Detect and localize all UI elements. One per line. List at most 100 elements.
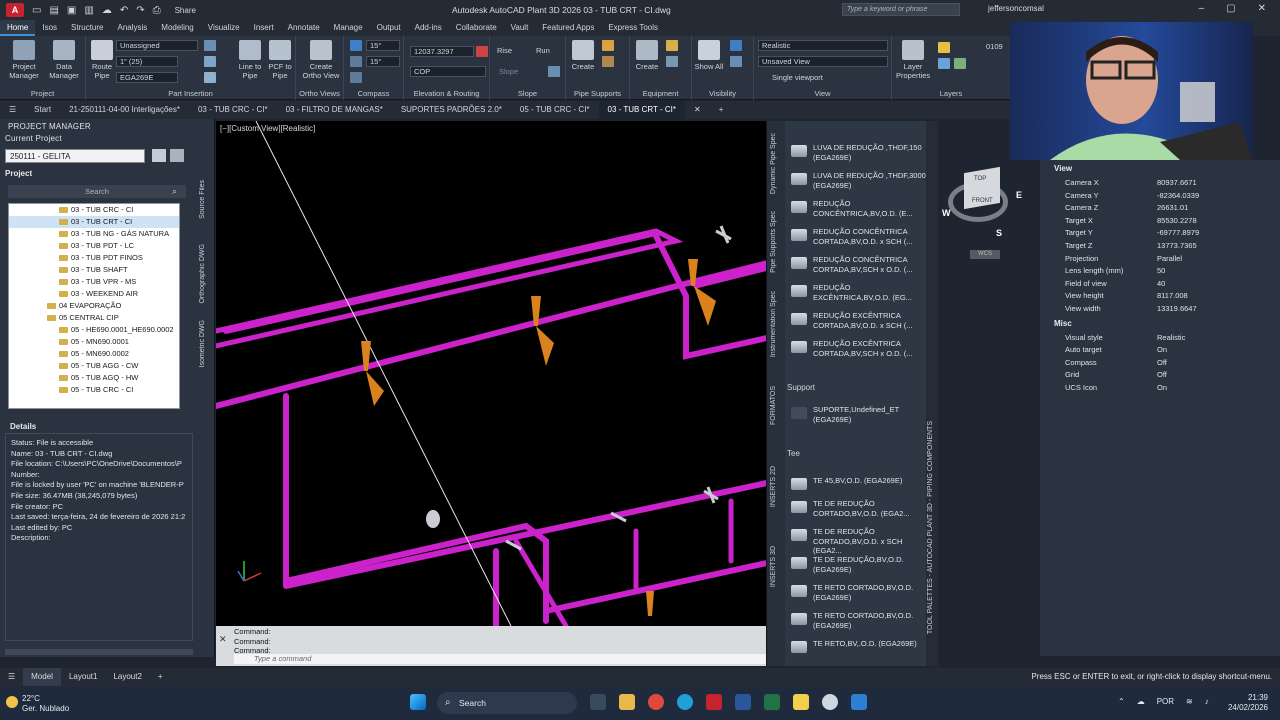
palette-item[interactable]: REDUÇÃO CONCÊNTRICA CORTADA,BV,SCH x O.D… bbox=[789, 255, 929, 274]
taskbar-search[interactable]: Search bbox=[437, 692, 577, 714]
doc-tab[interactable]: 21-250111-04-00 Interligações* bbox=[60, 101, 189, 119]
property-value[interactable]: 8117.008 bbox=[1157, 291, 1188, 300]
palette-item[interactable]: REDUÇÃO EXCÊNTRICA CORTADA,BV,SCH x O.D.… bbox=[789, 339, 929, 358]
layer-freeze-icon[interactable] bbox=[938, 58, 950, 69]
doc-tab[interactable]: 05 - TUB CRC - CI* bbox=[511, 101, 599, 119]
create-support-button[interactable]: Create bbox=[568, 40, 598, 71]
tab-output[interactable]: Output bbox=[370, 20, 408, 36]
property-value[interactable]: 80937.6671 bbox=[1157, 178, 1197, 187]
save-as-icon[interactable]: ▥ bbox=[84, 5, 93, 16]
palette-item[interactable]: TE DE REDUÇÃO CORTADO,BV,O.D. (EGA2... bbox=[789, 499, 929, 518]
property-value[interactable]: 26631.01 bbox=[1157, 203, 1188, 212]
excel-icon[interactable] bbox=[764, 694, 780, 710]
chevron-up-icon[interactable]: ⌃ bbox=[1118, 697, 1125, 706]
section-misc[interactable]: Misc bbox=[1054, 319, 1266, 331]
pipe-run[interactable] bbox=[653, 233, 776, 360]
tab-manage[interactable]: Manage bbox=[327, 20, 370, 36]
palette-item[interactable]: REDUÇÃO EXCÊNTRICA,BV,O.D. (EG... bbox=[789, 283, 929, 302]
compass-w[interactable]: W bbox=[942, 208, 951, 218]
create-ortho-view-button[interactable]: Create Ortho View bbox=[300, 40, 342, 80]
line-to-pipe-button[interactable]: Line to Pipe bbox=[236, 40, 264, 80]
spec-select[interactable]: EGA269E bbox=[116, 72, 178, 83]
property-row[interactable]: View height 8117.008 bbox=[1054, 291, 1266, 303]
viewcube-top[interactable]: TOP bbox=[974, 176, 986, 182]
grid-icon[interactable] bbox=[350, 72, 362, 83]
volume-icon[interactable]: ♪ bbox=[1205, 697, 1209, 706]
property-value[interactable]: Parallel bbox=[1157, 254, 1182, 263]
construction-line[interactable] bbox=[255, 121, 512, 626]
tree-item[interactable]: 05 - HE690.0001_HE690.0002 bbox=[9, 324, 179, 336]
tab-collaborate[interactable]: Collaborate bbox=[449, 20, 504, 36]
close-command-icon[interactable]: ✕ bbox=[219, 634, 227, 645]
doc-tab[interactable]: SUPORTES PADRÕES 2.0* bbox=[392, 101, 511, 119]
property-value[interactable]: 13319.6647 bbox=[1157, 304, 1197, 313]
property-row[interactable]: Camera Z 26631.01 bbox=[1054, 203, 1266, 215]
doc-tab-start[interactable]: Start bbox=[25, 101, 60, 119]
pcf-to-pipe-button[interactable]: PCF to Pipe bbox=[266, 40, 294, 80]
minimize-icon[interactable]: – bbox=[1199, 3, 1205, 14]
palette-item[interactable]: TE 45,BV,O.D. (EGA269E) bbox=[789, 476, 929, 490]
doc-tab-active[interactable]: 03 - TUB CRT - CI* bbox=[598, 101, 685, 119]
route-pipe-button[interactable]: Route Pipe bbox=[88, 40, 116, 80]
tree-item[interactable]: 05 - TUB AGQ - HW bbox=[9, 372, 179, 384]
project-settings-icon[interactable] bbox=[170, 149, 184, 162]
tree-item[interactable]: 05 - MN690.0002 bbox=[9, 348, 179, 360]
tab-add-ins[interactable]: Add-ins bbox=[408, 20, 449, 36]
tree-item[interactable]: 03 - TUB CRC - CI bbox=[9, 204, 179, 216]
weather-icon[interactable] bbox=[6, 696, 18, 708]
compass-toggle-icon[interactable] bbox=[350, 40, 362, 51]
current-project-select[interactable]: 250111 - GELITA bbox=[5, 149, 145, 163]
pipe-run[interactable] bbox=[513, 538, 569, 626]
palette-item[interactable]: TE RETO CORTADO,BV,O.D. (EGA269E) bbox=[789, 583, 929, 602]
line-number-select[interactable]: Unassigned bbox=[116, 40, 198, 51]
undo-icon[interactable]: ↶ bbox=[120, 5, 128, 16]
close-icon[interactable]: ✕ bbox=[1258, 3, 1266, 14]
tree-item[interactable]: 03 - TUB CRT - CI bbox=[9, 216, 179, 228]
support-edit-icon[interactable] bbox=[602, 40, 614, 51]
viewcube-front[interactable]: FRONT bbox=[972, 198, 993, 204]
new-file-icon[interactable]: ▭ bbox=[32, 5, 41, 16]
tree-item[interactable]: 03 - TUB PDT FINOS bbox=[9, 252, 179, 264]
property-value[interactable]: -69777.8979 bbox=[1157, 228, 1199, 237]
compass-e[interactable]: E bbox=[1016, 190, 1022, 200]
layout1-tab[interactable]: Layout1 bbox=[61, 668, 105, 686]
tab-express-tools[interactable]: Express Tools bbox=[601, 20, 665, 36]
tree-item[interactable]: 05 CENTRAL CIP bbox=[9, 312, 179, 324]
edge-icon[interactable] bbox=[677, 694, 693, 710]
tab-isos[interactable]: Isos bbox=[35, 20, 64, 36]
print-icon[interactable] bbox=[152, 149, 166, 162]
valve-tool-icon[interactable] bbox=[204, 56, 216, 67]
taskbar-clock[interactable]: 21:39 24/02/2026 bbox=[1228, 693, 1268, 713]
windows-start-icon[interactable] bbox=[410, 694, 426, 710]
tree-item[interactable]: 05 - TUB AGG - CW bbox=[9, 360, 179, 372]
property-value[interactable]: Off bbox=[1157, 358, 1167, 367]
app-icon[interactable] bbox=[851, 694, 867, 710]
valve[interactable] bbox=[715, 225, 732, 244]
tab-analysis[interactable]: Analysis bbox=[110, 20, 154, 36]
palette-item[interactable]: TE RETO CORTADO,BV,O.D. (EGA269E) bbox=[789, 611, 929, 630]
isolate-icon[interactable] bbox=[730, 40, 742, 51]
notes-icon[interactable] bbox=[793, 694, 809, 710]
add-layout-button[interactable]: + bbox=[150, 668, 171, 686]
property-value[interactable]: 40 bbox=[1157, 279, 1165, 288]
support-shoe[interactable] bbox=[646, 591, 654, 616]
property-value[interactable]: On bbox=[1157, 383, 1167, 392]
app-logo[interactable]: A bbox=[6, 3, 24, 17]
plot-icon[interactable]: ⎙ bbox=[153, 5, 161, 16]
project-search-input[interactable]: Search bbox=[8, 185, 186, 198]
doc-tab[interactable]: 03 - FILTRO DE MANGAS* bbox=[277, 101, 392, 119]
navisworks-icon[interactable] bbox=[735, 694, 751, 710]
hamburger-icon[interactable]: ☰ bbox=[0, 101, 25, 119]
layer-on-icon[interactable] bbox=[938, 42, 950, 53]
property-row[interactable]: Grid Off bbox=[1054, 370, 1266, 382]
property-row[interactable]: UCS Icon On bbox=[1054, 383, 1266, 395]
side-tab-ortho-dwg[interactable]: Orthographic DWG bbox=[199, 244, 206, 304]
tree-item[interactable]: 03 - WEEKEND AIR bbox=[9, 288, 179, 300]
palette-item[interactable]: TE RETO,BV,.O.D. (EGA269E) bbox=[789, 639, 929, 653]
palette-item[interactable]: LUVA DE REDUÇÃO ,THDF,3000 (EGA269E) bbox=[789, 171, 929, 190]
property-value[interactable]: 13773.7365 bbox=[1157, 241, 1197, 250]
pipe-tool-icon[interactable] bbox=[204, 40, 216, 51]
palette-item[interactable]: TE DE REDUÇÃO CORTADO,BV,O.D. x SCH (EGA… bbox=[789, 527, 929, 556]
equipment-nozzle-icon[interactable] bbox=[666, 56, 678, 67]
snap-icon[interactable] bbox=[350, 56, 362, 67]
